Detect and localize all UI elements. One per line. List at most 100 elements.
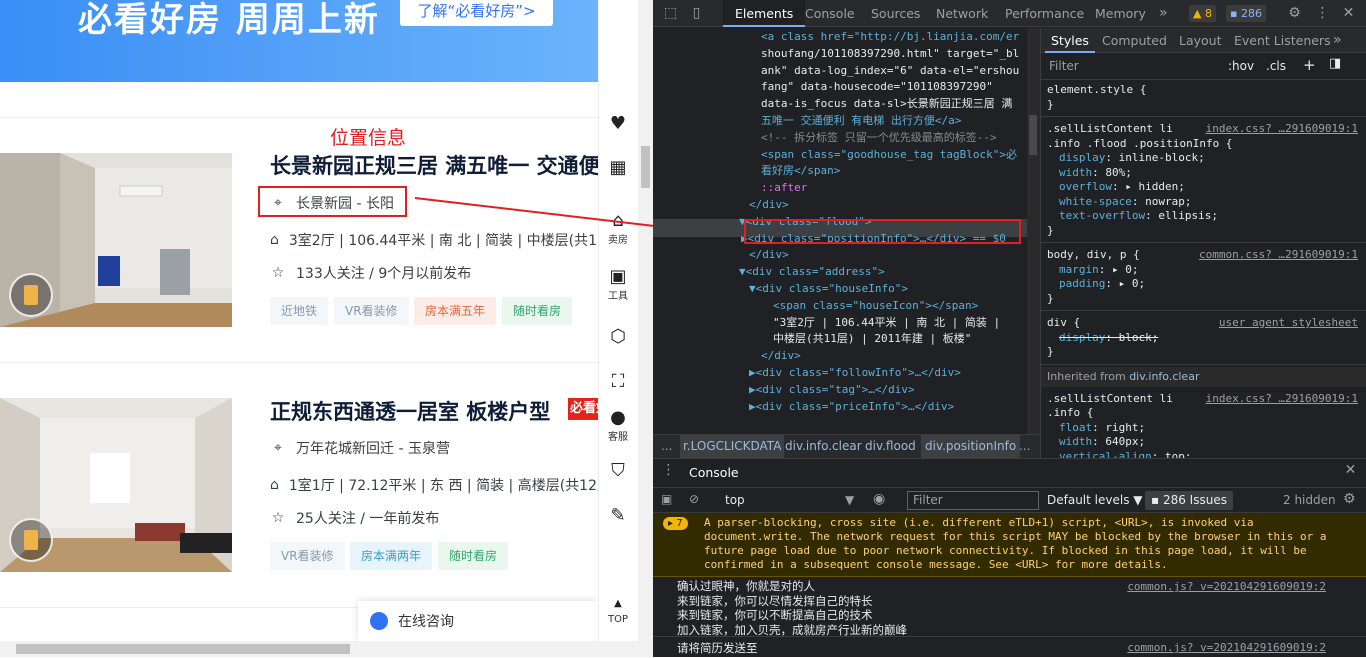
page-horizontal-scrollbar[interactable] <box>0 641 653 657</box>
log-levels-dropdown[interactable]: Default levels ▼ <box>1047 493 1143 507</box>
style-property[interactable]: text-overflow: ellipsis; <box>1059 209 1218 224</box>
listing-1-photo[interactable] <box>0 153 232 327</box>
breadcrumb-item[interactable]: r.LOGCLICKDATA <box>680 435 785 458</box>
toggle-sidebar-icon[interactable]: ◨ <box>1329 56 1341 71</box>
online-consult-button[interactable]: 在线咨询 <box>358 601 598 641</box>
settings-gear-icon[interactable]: ⚙ <box>1285 4 1304 23</box>
dom-node-line[interactable]: ▶<div class="priceInfo">…</div> <box>749 399 954 416</box>
breadcrumb-item[interactable]: div.flood <box>865 435 916 458</box>
dom-node-line[interactable]: ::after <box>761 180 807 197</box>
style-property[interactable]: display: block; <box>1059 331 1158 346</box>
style-rule-line[interactable]: element.style { <box>1047 83 1146 98</box>
tab-styles[interactable]: Styles <box>1045 28 1095 53</box>
style-property[interactable]: overflow: ▸ hidden; <box>1059 180 1185 195</box>
clear-console-icon[interactable]: ⊘ <box>689 492 699 506</box>
tab-sources[interactable]: Sources <box>871 0 920 27</box>
console-drawer-tab[interactable]: Console <box>681 462 747 484</box>
cls-toggle[interactable]: .cls <box>1266 59 1286 73</box>
vr-tour-icon[interactable] <box>9 273 53 317</box>
context-selector[interactable]: top <box>725 493 745 507</box>
stylesheet-link[interactable]: common.css? …291609019:1 <box>1199 248 1358 263</box>
log-source-link[interactable]: common.js? v=202104291609019:2 <box>1127 641 1326 656</box>
style-property[interactable]: float: right; <box>1059 421 1145 436</box>
elements-scrollbar[interactable] <box>1027 28 1040 434</box>
dom-node-line[interactable]: <span class="goodhouse_tag tagBlock">必 <box>761 147 1017 164</box>
issues-badge[interactable]: ▪ 286 <box>1226 5 1266 22</box>
style-rule-line[interactable]: } <box>1047 345 1054 360</box>
close-devtools-icon[interactable]: ✕ <box>1339 4 1358 23</box>
log-source-link[interactable]: common.js? v=202104291609019:2 <box>1127 580 1326 595</box>
hov-toggle[interactable]: :hov <box>1228 59 1254 73</box>
listing-2-location[interactable]: ⌖ 万年花城新回迁 - 玉泉营 <box>270 438 450 458</box>
listing-2-photo[interactable] <box>0 398 232 572</box>
more-tabs-icon[interactable]: » <box>1159 0 1168 27</box>
style-rule-line[interactable]: .info .flood .positionInfo { <box>1047 137 1232 152</box>
style-rule-line[interactable]: } <box>1047 224 1054 239</box>
back-to-top-button[interactable]: ▲ TOP <box>599 594 637 625</box>
style-rule-line[interactable]: } <box>1047 292 1054 307</box>
style-rule-line[interactable]: div { <box>1047 316 1080 331</box>
warnings-badge[interactable]: ▲ 8 <box>1189 5 1216 22</box>
style-rule-line[interactable]: .sellListContent li <box>1047 122 1173 137</box>
sidebar-toggle-icon[interactable]: ▣ <box>661 492 672 506</box>
dom-node-line[interactable]: fang" data-housecode="101108397290" <box>761 79 993 96</box>
dom-node-line[interactable]: ▶<div class="followInfo">…</div> <box>749 365 961 382</box>
security-shield-icon[interactable]: ⛉ <box>599 461 637 481</box>
favorites-heart-icon[interactable]: ♥ <box>599 114 637 134</box>
vr-tour-icon[interactable] <box>9 518 53 562</box>
style-property[interactable]: width: 640px; <box>1059 435 1145 450</box>
styles-filter-input[interactable]: Filter <box>1049 59 1079 73</box>
style-property[interactable]: display: inline-block; <box>1059 151 1205 166</box>
shield-badge-icon[interactable]: ⬡ <box>599 327 637 347</box>
console-log-entry[interactable]: 确认过眼神，你就是对的人 来到链家，你可以尽情发挥自己的特长 来到链家，你可以不… <box>653 577 1366 637</box>
edit-feedback-icon[interactable]: ✎ <box>599 506 637 526</box>
page-vertical-scrollbar[interactable] <box>638 0 653 641</box>
drawer-menu-icon[interactable]: ⋮ <box>659 461 678 480</box>
close-drawer-icon[interactable]: ✕ <box>1341 461 1360 480</box>
inspect-element-icon[interactable]: ⬚ <box>661 4 680 23</box>
style-rule-line[interactable]: .sellListContent li <box>1047 392 1173 407</box>
live-expression-eye-icon[interactable]: ◉ <box>873 491 885 507</box>
style-property[interactable]: margin: ▸ 0; <box>1059 263 1139 278</box>
breadcrumb-more[interactable]: ... <box>661 435 672 458</box>
tab-computed[interactable]: Computed <box>1102 28 1167 53</box>
dom-node-line[interactable]: ank" data-log_index="6" data-el="ershou <box>761 63 1019 80</box>
dom-node-line[interactable]: </div> <box>749 247 789 264</box>
dom-node-line[interactable]: ▼<div class="houseInfo"> <box>749 281 908 298</box>
style-rule-line[interactable]: body, div, p { <box>1047 248 1140 263</box>
device-toolbar-icon[interactable]: ▯ <box>687 4 706 23</box>
dom-node-line[interactable]: <span class="houseIcon"></span> <box>773 298 978 315</box>
stylesheet-link[interactable]: index.css? …291609019:1 <box>1206 392 1358 407</box>
scan-icon[interactable]: ⛶ <box>599 372 637 392</box>
console-filter-input[interactable]: Filter <box>907 491 1039 510</box>
dom-node-line[interactable]: "3室2厅 | 106.44平米 | 南 北 | 简装 | <box>773 315 1000 332</box>
listing-1-title[interactable]: 长景新园正规三居 满五唯一 交通便 <box>270 150 598 180</box>
tab-console[interactable]: Console <box>805 0 855 27</box>
dom-node-line[interactable]: </div> <box>749 197 789 214</box>
style-property[interactable]: vertical-align: top; <box>1059 450 1191 459</box>
console-settings-gear-icon[interactable]: ⚙ <box>1343 491 1356 507</box>
tab-network[interactable]: Network <box>936 0 988 27</box>
tab-performance[interactable]: Performance <box>1005 0 1084 27</box>
breadcrumb-item-selected[interactable]: div.positionInfo <box>921 435 1021 458</box>
style-rule-line[interactable]: .info { <box>1047 406 1093 421</box>
add-rule-icon[interactable]: + <box>1303 56 1316 74</box>
dom-node-line[interactable]: 看好房</span> <box>761 163 840 180</box>
stylesheet-link[interactable]: user agent stylesheet <box>1219 316 1358 331</box>
breadcrumb-more[interactable]: ... <box>1019 435 1030 458</box>
console-log-entry[interactable]: 请将简历发送至 common.js? v=202104291609019:2 <box>653 638 1366 658</box>
more-tabs-icon[interactable]: » <box>1333 28 1342 53</box>
tab-memory[interactable]: Memory <box>1095 0 1146 27</box>
dom-node-line[interactable]: data-is_focus data-sl>长景新园正规三居 满 <box>761 96 1012 113</box>
tab-layout[interactable]: Layout <box>1179 28 1222 53</box>
dom-node-line[interactable]: 五唯一 交通便利 有电梯 出行方便</a> <box>761 113 961 130</box>
more-options-icon[interactable]: ⋮ <box>1313 4 1332 23</box>
stylesheet-link[interactable]: index.css? …291609019:1 <box>1206 122 1358 137</box>
dom-node-line[interactable]: 中楼层(共11层) | 2011年建 | 板楼" <box>773 331 971 348</box>
context-dropdown-icon[interactable]: ▼ <box>845 493 854 507</box>
style-property[interactable]: padding: ▸ 0; <box>1059 277 1145 292</box>
location-text[interactable]: 万年花城新回迁 - 玉泉营 <box>296 438 450 458</box>
tab-elements[interactable]: Elements <box>723 0 806 27</box>
tools-button[interactable]: ▣ 工具 <box>599 267 637 303</box>
banner-learn-more-button[interactable]: 了解“必看好房”> <box>400 0 553 26</box>
